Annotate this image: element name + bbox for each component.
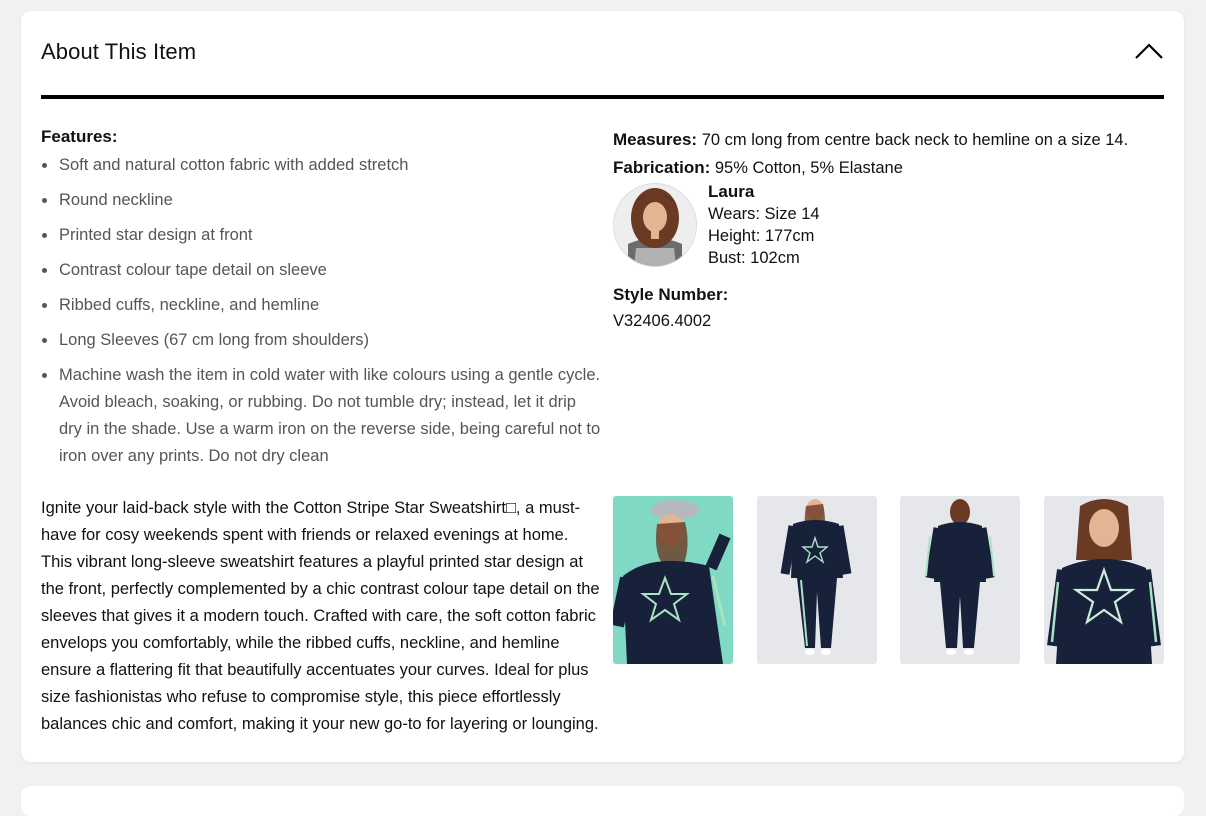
list-item: Contrast colour tape detail on sleeve — [42, 257, 601, 284]
list-item: Ribbed cuffs, neckline, and hemline — [42, 292, 601, 319]
product-thumbnail-1[interactable] — [613, 496, 733, 664]
measures-label: Measures: — [613, 130, 698, 149]
style-number: Style Number: V32406.4002 — [613, 281, 1173, 335]
about-item-card: About This Item Features: Soft and natur… — [21, 11, 1184, 762]
section-title: About This Item — [41, 39, 197, 64]
product-thumbnails — [613, 496, 1165, 664]
next-section-card — [21, 786, 1184, 816]
product-thumbnail-2[interactable] — [757, 496, 877, 664]
fabrication-value: 95% Cotton, 5% Elastane — [710, 159, 903, 177]
fabrication-line: Fabrication: 95% Cotton, 5% Elastane — [613, 154, 1173, 182]
accordion-header[interactable]: About This Item — [41, 11, 1164, 99]
product-description: Ignite your laid-back style with the Cot… — [41, 499, 600, 733]
model-name: Laura — [708, 182, 755, 201]
chevron-up-icon[interactable] — [1134, 40, 1164, 64]
model-wears: Wears: Size 14 — [708, 205, 820, 223]
model-details: Laura Wears: Size 14 Height: 177cm Bust:… — [708, 181, 820, 269]
features-title: Features: — [41, 127, 118, 146]
model-info: Laura Wears: Size 14 Height: 177cm Bust:… — [613, 181, 1173, 273]
list-item: Soft and natural cotton fabric with adde… — [42, 152, 601, 179]
list-item: Printed star design at front — [42, 222, 601, 249]
model-bust: Bust: 102cm — [708, 249, 800, 267]
avatar — [613, 183, 697, 267]
features-section: Features: Soft and natural cotton fabric… — [41, 126, 601, 478]
measures-line: Measures: 70 cm long from centre back ne… — [613, 126, 1173, 154]
specs-section: Measures: 70 cm long from centre back ne… — [613, 126, 1173, 335]
product-thumbnail-4[interactable] — [1044, 496, 1164, 664]
measures-value: 70 cm long from centre back neck to heml… — [697, 131, 1129, 149]
model-height: Height: 177cm — [708, 227, 815, 245]
fabrication-label: Fabrication: — [613, 158, 711, 177]
list-item: Long Sleeves (67 cm long from shoulders) — [42, 327, 601, 354]
style-number-value: V32406.4002 — [613, 312, 712, 330]
product-thumbnail-3[interactable] — [900, 496, 1020, 664]
style-number-label: Style Number: — [613, 285, 729, 304]
list-item: Round neckline — [42, 187, 601, 214]
features-list: Soft and natural cotton fabric with adde… — [41, 152, 601, 470]
list-item: Machine wash the item in cold water with… — [42, 362, 601, 470]
